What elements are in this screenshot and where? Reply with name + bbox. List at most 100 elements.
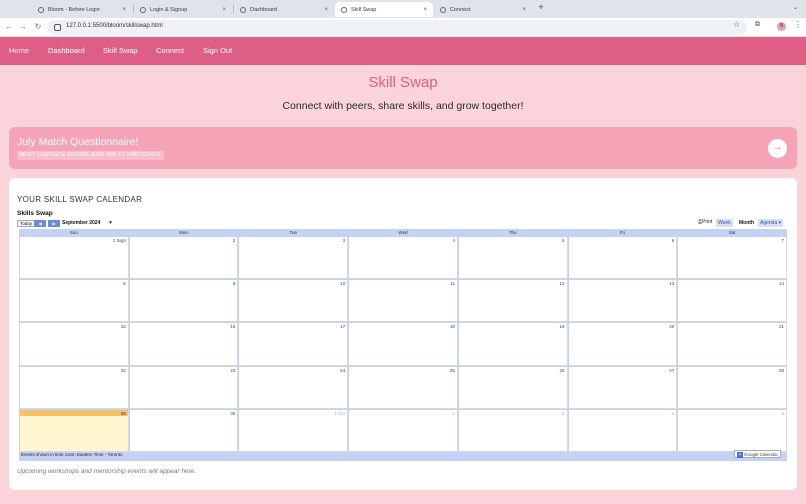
calendar-day-cell[interactable]: 19 bbox=[458, 323, 568, 366]
print-button[interactable]: ⎙Print bbox=[698, 219, 712, 225]
day-number: 3 bbox=[562, 410, 565, 416]
close-icon[interactable]: × bbox=[222, 7, 226, 13]
day-number: 13 bbox=[669, 281, 675, 287]
calendar-day-cell[interactable]: 21 bbox=[678, 323, 787, 366]
nav-link-dashboard[interactable]: Dashboard bbox=[48, 46, 85, 55]
calendar-day-cell[interactable]: 5 bbox=[458, 237, 568, 280]
day-number: 2 bbox=[452, 410, 455, 416]
chevron-down-icon[interactable]: ▼ bbox=[108, 220, 113, 226]
calendar-day-cell[interactable]: 10 bbox=[239, 280, 349, 323]
today-highlight bbox=[20, 409, 128, 416]
questionnaire-banner[interactable]: July Match Questionnaire! MUST COMPLETE … bbox=[9, 127, 797, 169]
calendar-day-cell[interactable]: 6 bbox=[568, 237, 678, 280]
calendar-day-cell[interactable]: 1 Sept bbox=[20, 237, 129, 280]
calendar-day-cell[interactable]: 26 bbox=[458, 366, 568, 409]
calendar-day-cell[interactable]: 27 bbox=[568, 366, 678, 409]
day-number: 17 bbox=[340, 324, 346, 330]
calendar-day-cell[interactable]: 25 bbox=[349, 366, 458, 409]
calendar-day-cell[interactable]: 24 bbox=[239, 366, 349, 409]
close-icon[interactable]: × bbox=[324, 7, 328, 13]
site-info-icon[interactable] bbox=[54, 24, 61, 31]
day-number: 1 Sept bbox=[112, 238, 126, 243]
browser-toolbar: ← → ↻ 127.0.0.1:5500/bloom/skillswap.htm… bbox=[0, 18, 806, 37]
arrow-right-icon[interactable]: → bbox=[768, 139, 787, 158]
tab-label: Login & Signup bbox=[150, 6, 188, 13]
browser-tab[interactable]: Login & Signup × bbox=[134, 2, 232, 17]
calendar-day-cell[interactable]: 4 bbox=[349, 237, 458, 280]
calendar-day-cell[interactable]: 22 bbox=[20, 366, 129, 409]
google-calendar-button[interactable]: + Google Calendar bbox=[734, 450, 782, 458]
browser-tab[interactable]: Dashboard × bbox=[234, 2, 334, 17]
calendar-name: Skills Swap bbox=[17, 210, 53, 217]
calendar-day-cell[interactable]: 2 bbox=[349, 409, 458, 452]
calendar-day-cell[interactable]: 12 bbox=[458, 280, 568, 323]
tab-label: Dashboard bbox=[250, 6, 277, 13]
section-title: YOUR SKILL SWAP CALENDAR bbox=[17, 195, 143, 204]
nav-link-skill-swap[interactable]: Skill Swap bbox=[103, 46, 138, 55]
calendar-day-cell-today[interactable]: 29 bbox=[20, 409, 129, 452]
tab-search-chevron-icon[interactable]: ⌄ bbox=[793, 4, 798, 11]
print-label: Print bbox=[702, 219, 713, 225]
calendar-day-cell[interactable]: 30 bbox=[129, 409, 239, 452]
day-number: 29 bbox=[120, 410, 126, 416]
browser-menu-icon[interactable]: ⋮ bbox=[794, 20, 802, 29]
calendar-day-cell[interactable]: 9 bbox=[129, 280, 239, 323]
extensions-icon[interactable]: ⧉ bbox=[755, 21, 760, 29]
calendar-day-cell[interactable]: 15 bbox=[20, 323, 129, 366]
close-icon[interactable]: × bbox=[122, 7, 126, 13]
calendar-day-cell[interactable]: 8 bbox=[20, 280, 129, 323]
weekday-header: Mon bbox=[179, 230, 188, 235]
calendar-day-cell[interactable]: 3 bbox=[239, 237, 349, 280]
close-icon[interactable]: × bbox=[423, 7, 427, 13]
calendar-day-cell[interactable]: 11 bbox=[349, 280, 458, 323]
calendar-day-cell[interactable]: 4 bbox=[568, 409, 678, 452]
calendar-day-cell[interactable]: 16 bbox=[129, 323, 239, 366]
day-number: 1 Oct bbox=[334, 410, 346, 416]
calendar-day-cell[interactable]: 13 bbox=[568, 280, 678, 323]
calendar-day-cell[interactable]: 28 bbox=[678, 366, 787, 409]
close-icon[interactable]: × bbox=[522, 7, 526, 13]
nav-link-sign-out[interactable]: Sign Out bbox=[203, 46, 232, 55]
browser-tab-active[interactable]: Skill Swap × bbox=[335, 2, 433, 17]
bookmark-star-icon[interactable]: ☆ bbox=[733, 20, 740, 29]
view-agenda-tab[interactable]: Agenda ▾ bbox=[758, 219, 784, 227]
deadline-badge: MUST COMPLETE BEFORE JUNE 30th TO PARTIC… bbox=[17, 151, 164, 160]
reload-icon[interactable]: ↻ bbox=[33, 22, 43, 32]
today-button[interactable]: Today bbox=[17, 220, 36, 227]
day-number: 18 bbox=[449, 324, 455, 330]
next-month-button[interactable]: ▶ bbox=[48, 220, 60, 227]
day-number: 28 bbox=[778, 367, 784, 373]
day-number: 12 bbox=[559, 281, 565, 287]
browser-tab[interactable]: Connect × bbox=[434, 2, 532, 17]
day-number: 5 bbox=[781, 410, 784, 416]
view-week-tab[interactable]: Week bbox=[716, 219, 733, 227]
current-month-label[interactable]: September 2024 bbox=[62, 220, 100, 226]
agenda-label: Agenda bbox=[760, 220, 778, 226]
calendar-day-cell[interactable]: 20 bbox=[568, 323, 678, 366]
prev-month-button[interactable]: ◀ bbox=[34, 220, 46, 227]
address-bar[interactable]: 127.0.0.1:5500/bloom/skillswap.html bbox=[47, 20, 747, 35]
day-number: 6 bbox=[671, 238, 675, 243]
profile-avatar[interactable]: N bbox=[777, 22, 786, 31]
back-arrow-icon[interactable]: ← bbox=[4, 22, 14, 32]
calendar-day-cell[interactable]: 18 bbox=[349, 323, 458, 366]
calendar-day-cell[interactable]: 23 bbox=[129, 366, 239, 409]
chevron-down-icon: ▾ bbox=[778, 220, 782, 226]
url-text[interactable]: 127.0.0.1:5500/bloom/skillswap.html bbox=[66, 23, 163, 29]
calendar-day-cell[interactable]: 1 Oct bbox=[239, 409, 349, 452]
view-month-tab[interactable]: Month bbox=[736, 219, 757, 227]
globe-icon bbox=[38, 6, 44, 13]
calendar-day-cell[interactable]: 3 bbox=[458, 409, 568, 452]
calendar-day-cell[interactable]: 17 bbox=[239, 323, 349, 366]
forward-arrow-icon[interactable]: → bbox=[18, 22, 28, 32]
new-tab-button[interactable]: + bbox=[535, 2, 547, 12]
nav-link-home[interactable]: Home bbox=[9, 46, 29, 55]
calendar-day-cell[interactable]: 5 bbox=[678, 409, 787, 452]
calendar-day-cell[interactable]: 7 bbox=[678, 237, 787, 280]
calendar-day-cell[interactable]: 2 bbox=[129, 237, 239, 280]
day-number: 8 bbox=[123, 281, 126, 287]
calendar-day-cell[interactable]: 14 bbox=[678, 280, 787, 323]
nav-link-connect[interactable]: Connect bbox=[156, 46, 184, 55]
browser-tab[interactable]: Bloom - Before Login × bbox=[32, 2, 132, 17]
day-number: 21 bbox=[778, 324, 784, 330]
